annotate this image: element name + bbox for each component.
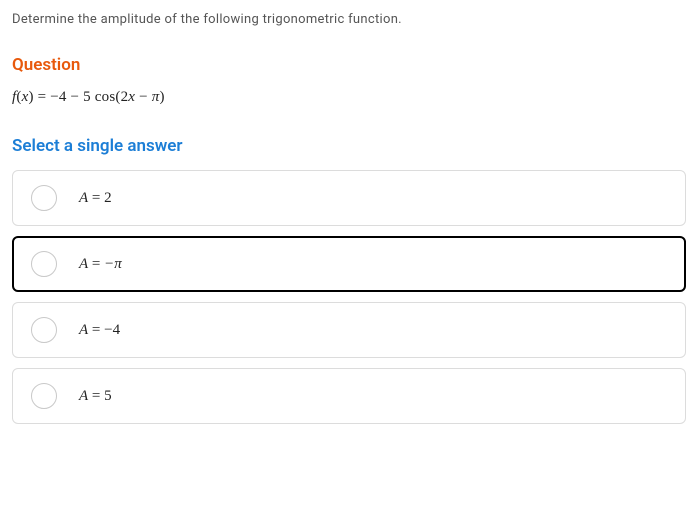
option-eq: = bbox=[88, 388, 104, 404]
formula-rhs-fn: cos bbox=[95, 89, 116, 105]
option-var: A bbox=[79, 388, 88, 404]
option-label: A = −4 bbox=[79, 322, 120, 339]
option-label: A = 5 bbox=[79, 388, 112, 405]
formula-rhs-paren-close: ) bbox=[159, 89, 164, 105]
option-eq: = bbox=[88, 322, 104, 338]
formula-eq: = bbox=[34, 89, 51, 105]
option-label: A = −π bbox=[79, 256, 122, 273]
option-c[interactable]: A = −4 bbox=[12, 302, 686, 358]
option-val: 2 bbox=[104, 190, 112, 206]
radio-icon bbox=[31, 185, 57, 211]
instruction-text: Determine the amplitude of the following… bbox=[12, 12, 686, 27]
option-var: A bbox=[79, 190, 88, 206]
option-val: −π bbox=[104, 256, 122, 272]
formula-rhs-a: −4 − 5 bbox=[50, 89, 95, 105]
option-var: A bbox=[79, 256, 88, 272]
question-formula: f(x) = −4 − 5 cos(2x − π) bbox=[12, 89, 686, 106]
radio-icon bbox=[31, 251, 57, 277]
option-val: −4 bbox=[104, 322, 120, 338]
option-eq: = bbox=[88, 256, 104, 272]
select-answer-heading: Select a single answer bbox=[12, 136, 686, 156]
options-list: A = 2 A = −π A = −4 A = 5 bbox=[12, 170, 686, 424]
question-heading: Question bbox=[12, 55, 686, 75]
option-d[interactable]: A = 5 bbox=[12, 368, 686, 424]
option-a[interactable]: A = 2 bbox=[12, 170, 686, 226]
option-val: 5 bbox=[104, 388, 112, 404]
option-eq: = bbox=[88, 190, 104, 206]
option-b[interactable]: A = −π bbox=[12, 236, 686, 292]
option-label: A = 2 bbox=[79, 190, 112, 207]
radio-icon bbox=[31, 383, 57, 409]
formula-rhs-inner-b: − bbox=[135, 89, 152, 105]
option-var: A bbox=[79, 322, 88, 338]
radio-icon bbox=[31, 317, 57, 343]
